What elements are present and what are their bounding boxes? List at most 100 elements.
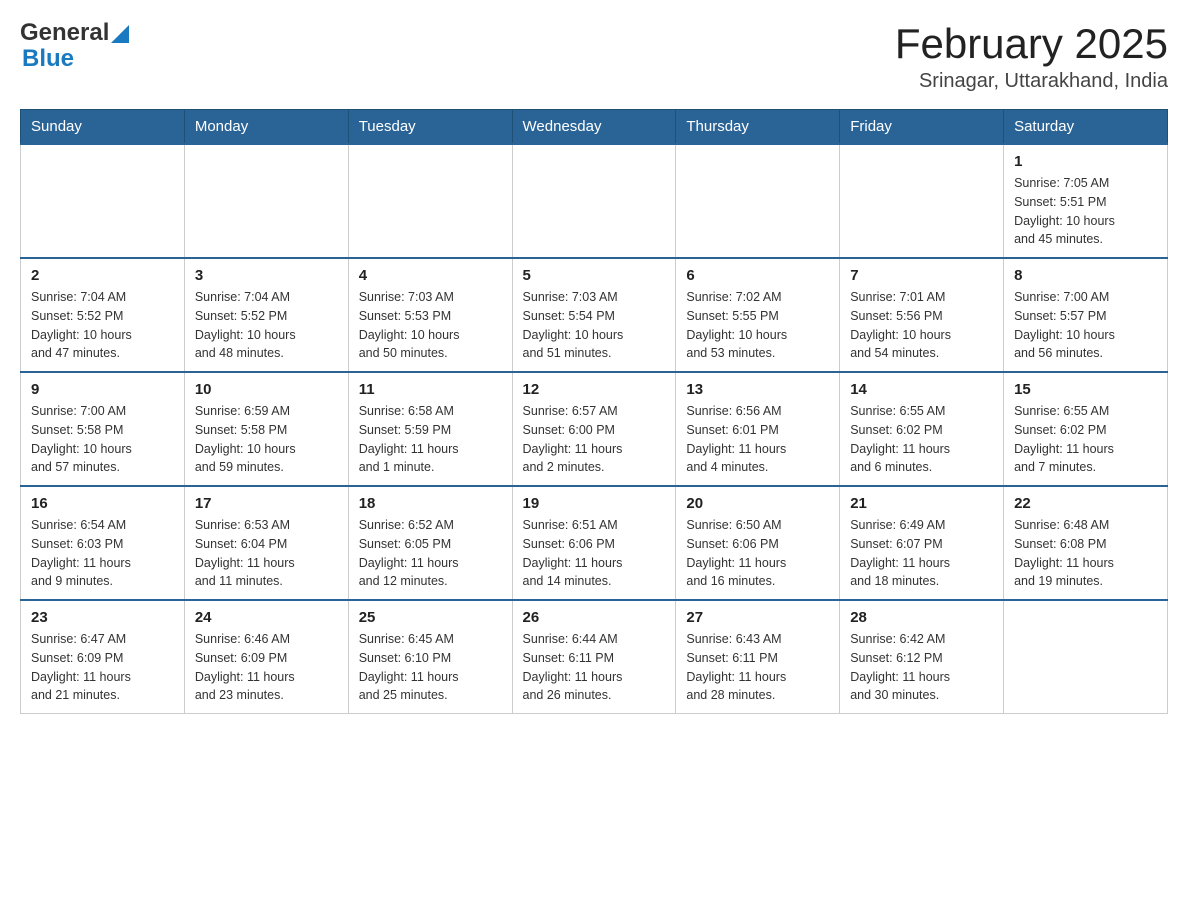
day-number: 12 (523, 381, 666, 398)
day-number: 11 (359, 381, 502, 398)
day-number: 15 (1014, 381, 1157, 398)
location-subtitle: Srinagar, Uttarakhand, India (895, 70, 1168, 93)
day-info: Sunrise: 6:48 AM Sunset: 6:08 PM Dayligh… (1014, 516, 1157, 591)
calendar-header: SundayMondayTuesdayWednesdayThursdayFrid… (21, 110, 1168, 145)
day-number: 6 (686, 267, 829, 284)
calendar-cell: 17Sunrise: 6:53 AM Sunset: 6:04 PM Dayli… (184, 486, 348, 600)
day-info: Sunrise: 7:01 AM Sunset: 5:56 PM Dayligh… (850, 288, 993, 363)
day-info: Sunrise: 6:57 AM Sunset: 6:00 PM Dayligh… (523, 402, 666, 477)
day-number: 19 (523, 495, 666, 512)
logo-text-wrapper: General Blue (20, 20, 129, 73)
weekday-header-row: SundayMondayTuesdayWednesdayThursdayFrid… (21, 110, 1168, 145)
calendar-cell: 15 Sunrise: 6:55 AM Sunset: 6:02 PM Dayli… (1004, 372, 1168, 486)
day-info: Sunrise: 6:44 AM Sunset: 6:11 PM Dayligh… (523, 630, 666, 705)
day-number: 7 (850, 267, 993, 284)
calendar-cell: 22Sunrise: 6:48 AM Sunset: 6:08 PM Dayli… (1004, 486, 1168, 600)
day-info: Sunrise: 6:51 AM Sunset: 6:06 PM Dayligh… (523, 516, 666, 591)
day-number: 25 (359, 609, 502, 626)
logo-general-text: General (20, 20, 109, 46)
calendar-cell: 26Sunrise: 6:44 AM Sunset: 6:11 PM Dayli… (512, 600, 676, 714)
weekday-header-tuesday: Tuesday (348, 110, 512, 145)
calendar-cell (1004, 600, 1168, 714)
day-info: Sunrise: 7:02 AM Sunset: 5:55 PM Dayligh… (686, 288, 829, 363)
weekday-header-friday: Friday (840, 110, 1004, 145)
day-number: 16 (31, 495, 174, 512)
calendar-cell: 23Sunrise: 6:47 AM Sunset: 6:09 PM Dayli… (21, 600, 185, 714)
day-number: 20 (686, 495, 829, 512)
calendar-body: 1 Sunrise: 7:05 AM Sunset: 5:51 PM Daylig… (21, 144, 1168, 714)
calendar-cell: 19 Sunrise: 6:51 AM Sunset: 6:06 PM Dayli… (512, 486, 676, 600)
calendar-week-row-5: 23Sunrise: 6:47 AM Sunset: 6:09 PM Dayli… (21, 600, 1168, 714)
day-number: 3 (195, 267, 338, 284)
calendar-week-row-4: 16 Sunrise: 6:54 AM Sunset: 6:03 PM Dayli… (21, 486, 1168, 600)
title-block: February 2025 Srinagar, Uttarakhand, Ind… (895, 20, 1168, 93)
day-number: 4 (359, 267, 502, 284)
day-number: 21 (850, 495, 993, 512)
calendar-cell: 25 Sunrise: 6:45 AM Sunset: 6:10 PM Dayli… (348, 600, 512, 714)
calendar-cell (676, 144, 840, 258)
calendar-cell: 10 Sunrise: 6:59 AM Sunset: 5:58 PM Dayli… (184, 372, 348, 486)
page-header: General Blue February 2025 Srinagar, Utt… (20, 20, 1168, 93)
calendar-week-row-1: 1 Sunrise: 7:05 AM Sunset: 5:51 PM Daylig… (21, 144, 1168, 258)
weekday-header-thursday: Thursday (676, 110, 840, 145)
day-number: 10 (195, 381, 338, 398)
day-number: 14 (850, 381, 993, 398)
calendar-cell: 1 Sunrise: 7:05 AM Sunset: 5:51 PM Daylig… (1004, 144, 1168, 258)
day-info: Sunrise: 6:46 AM Sunset: 6:09 PM Dayligh… (195, 630, 338, 705)
logo-triangle-icon (111, 25, 129, 43)
weekday-header-monday: Monday (184, 110, 348, 145)
calendar-cell: 11Sunrise: 6:58 AM Sunset: 5:59 PM Dayli… (348, 372, 512, 486)
day-info: Sunrise: 7:00 AM Sunset: 5:57 PM Dayligh… (1014, 288, 1157, 363)
calendar-cell: 6 Sunrise: 7:02 AM Sunset: 5:55 PM Daylig… (676, 258, 840, 372)
calendar-cell: 9 Sunrise: 7:00 AM Sunset: 5:58 PM Daylig… (21, 372, 185, 486)
day-info: Sunrise: 6:59 AM Sunset: 5:58 PM Dayligh… (195, 402, 338, 477)
calendar-cell: 14Sunrise: 6:55 AM Sunset: 6:02 PM Dayli… (840, 372, 1004, 486)
day-number: 8 (1014, 267, 1157, 284)
day-number: 5 (523, 267, 666, 284)
day-info: Sunrise: 6:49 AM Sunset: 6:07 PM Dayligh… (850, 516, 993, 591)
day-info: Sunrise: 6:53 AM Sunset: 6:04 PM Dayligh… (195, 516, 338, 591)
day-info: Sunrise: 7:03 AM Sunset: 5:54 PM Dayligh… (523, 288, 666, 363)
calendar-cell: 4 Sunrise: 7:03 AM Sunset: 5:53 PM Daylig… (348, 258, 512, 372)
day-info: Sunrise: 7:05 AM Sunset: 5:51 PM Dayligh… (1014, 174, 1157, 249)
month-year-title: February 2025 (895, 20, 1168, 68)
day-number: 13 (686, 381, 829, 398)
calendar-cell: 27Sunrise: 6:43 AM Sunset: 6:11 PM Dayli… (676, 600, 840, 714)
day-number: 9 (31, 381, 174, 398)
day-info: Sunrise: 6:42 AM Sunset: 6:12 PM Dayligh… (850, 630, 993, 705)
calendar-cell: 8 Sunrise: 7:00 AM Sunset: 5:57 PM Daylig… (1004, 258, 1168, 372)
day-info: Sunrise: 6:55 AM Sunset: 6:02 PM Dayligh… (1014, 402, 1157, 477)
day-info: Sunrise: 6:56 AM Sunset: 6:01 PM Dayligh… (686, 402, 829, 477)
weekday-header-sunday: Sunday (21, 110, 185, 145)
calendar-cell: 2Sunrise: 7:04 AM Sunset: 5:52 PM Daylig… (21, 258, 185, 372)
calendar-cell (184, 144, 348, 258)
weekday-header-saturday: Saturday (1004, 110, 1168, 145)
day-number: 18 (359, 495, 502, 512)
day-info: Sunrise: 6:43 AM Sunset: 6:11 PM Dayligh… (686, 630, 829, 705)
day-info: Sunrise: 7:04 AM Sunset: 5:52 PM Dayligh… (195, 288, 338, 363)
calendar-cell: 18Sunrise: 6:52 AM Sunset: 6:05 PM Dayli… (348, 486, 512, 600)
calendar-cell (840, 144, 1004, 258)
calendar-cell (348, 144, 512, 258)
day-number: 28 (850, 609, 993, 626)
day-info: Sunrise: 6:45 AM Sunset: 6:10 PM Dayligh… (359, 630, 502, 705)
calendar-table: SundayMondayTuesdayWednesdayThursdayFrid… (20, 109, 1168, 714)
calendar-cell: 24Sunrise: 6:46 AM Sunset: 6:09 PM Dayli… (184, 600, 348, 714)
calendar-week-row-2: 2 Sunrise: 7:04 AM Sunset: 5:52 PM Daylig… (21, 258, 1168, 372)
calendar-cell: 16 Sunrise: 6:54 AM Sunset: 6:03 PM Dayli… (21, 486, 185, 600)
day-info: Sunrise: 6:54 AM Sunset: 6:03 PM Dayligh… (31, 516, 174, 591)
calendar-cell: 21 Sunrise: 6:49 AM Sunset: 6:07 PM Dayli… (840, 486, 1004, 600)
calendar-cell: 7 Sunrise: 7:01 AM Sunset: 5:56 PM Daylig… (840, 258, 1004, 372)
calendar-week-row-3: 9 Sunrise: 7:00 AM Sunset: 5:58 PM Daylig… (21, 372, 1168, 486)
day-info: Sunrise: 7:03 AM Sunset: 5:53 PM Dayligh… (359, 288, 502, 363)
calendar-cell: 5 Sunrise: 7:03 AM Sunset: 5:54 PM Daylig… (512, 258, 676, 372)
calendar-cell (21, 144, 185, 258)
day-info: Sunrise: 6:50 AM Sunset: 6:06 PM Dayligh… (686, 516, 829, 591)
weekday-header-wednesday: Wednesday (512, 110, 676, 145)
day-info: Sunrise: 7:00 AM Sunset: 5:58 PM Dayligh… (31, 402, 174, 477)
calendar-cell: 20 Sunrise: 6:50 AM Sunset: 6:06 PM Dayli… (676, 486, 840, 600)
day-number: 1 (1014, 153, 1157, 170)
calendar-cell: 13 Sunrise: 6:56 AM Sunset: 6:01 PM Dayli… (676, 372, 840, 486)
day-number: 2 (31, 267, 174, 284)
day-info: Sunrise: 6:47 AM Sunset: 6:09 PM Dayligh… (31, 630, 174, 705)
